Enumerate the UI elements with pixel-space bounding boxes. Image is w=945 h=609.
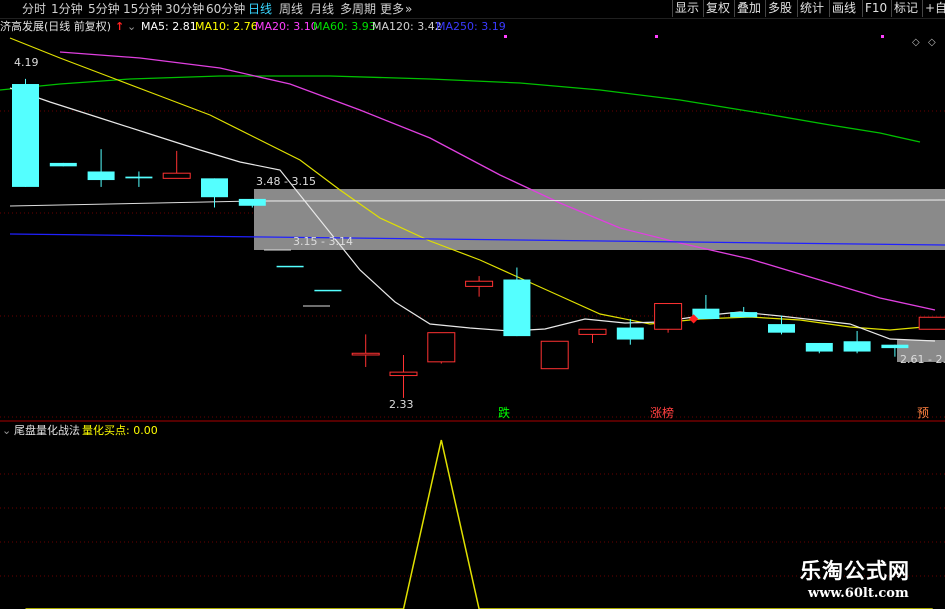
candle: [654, 303, 683, 333]
watermark-url: www.60lt.com: [808, 586, 909, 601]
candle-body: [87, 171, 115, 181]
candle: [389, 354, 418, 398]
high-price-label: 4.19: [14, 56, 39, 69]
candle-body: [276, 265, 304, 268]
candle-body: [12, 84, 39, 187]
signal-limit-label: 涨榜: [650, 405, 674, 420]
candle-body: [843, 341, 871, 352]
candle: [730, 306, 758, 318]
candle: [162, 150, 191, 179]
candle: [465, 276, 494, 297]
candle-body: [201, 178, 228, 198]
indicator-value: 量化买点: 0.00: [82, 424, 158, 437]
candle-body: [314, 289, 342, 292]
low-price-label: 2.33: [389, 398, 414, 411]
candle-body: [881, 344, 909, 349]
chart-canvas: ◇ ◇ ◆ 4.19 3.48 - 3.15 3.15 - 3.14 2.33 …: [0, 35, 945, 609]
candle: [578, 328, 607, 343]
indicator-name[interactable]: 尾盘量化战法: [14, 423, 80, 439]
candle-body: [918, 316, 945, 330]
zone-upper-label: 3.48 - 3.15: [256, 175, 316, 188]
ma20-line: [59, 51, 936, 311]
diamond-icon-2[interactable]: ◇: [928, 37, 936, 48]
candle: [918, 316, 945, 330]
candle: [540, 340, 569, 370]
marker-ticks: [504, 35, 884, 38]
candle-body: [578, 328, 607, 335]
candle: [49, 162, 77, 167]
ma60-line: [0, 75, 921, 143]
candle-body: [503, 279, 531, 337]
candle: [503, 267, 531, 337]
candle-body: [768, 324, 795, 333]
candle-body: [125, 176, 153, 179]
red-signal-icon: ◆: [689, 311, 699, 325]
candle-body: [238, 198, 266, 206]
candle-body: [616, 327, 644, 340]
candle: [427, 332, 456, 364]
candle: [87, 149, 115, 187]
candle-body: [389, 371, 418, 377]
main-grid: [0, 110, 945, 418]
signal-fall-label: 跌: [498, 405, 510, 420]
diamond-icon[interactable]: ◇: [912, 37, 920, 48]
candle: [12, 78, 39, 187]
signal-line: [25, 439, 933, 609]
watermark-name: 乐淘公式网: [800, 559, 910, 583]
ma120-line-left: [9, 200, 255, 207]
candle-body: [49, 162, 77, 167]
candle: [125, 171, 153, 187]
candle: [276, 265, 304, 268]
right-zone-label: 2.61 - 2.6: [900, 353, 945, 366]
candle: [351, 334, 380, 367]
candle-body: [465, 280, 494, 287]
candle-body: [805, 342, 833, 352]
candle-body: [162, 172, 191, 179]
indicator-dropdown-icon[interactable]: ⌄: [2, 423, 11, 439]
candle-body: [427, 332, 456, 363]
candle: [314, 289, 342, 292]
zone-lower-label: 3.15 - 3.14: [293, 235, 353, 248]
candle-body: [351, 352, 380, 356]
candle: [843, 330, 871, 354]
candle-body: [730, 312, 758, 318]
candle: [201, 178, 228, 208]
candle-body: [654, 303, 683, 330]
candle-body: [540, 340, 569, 370]
candle: [805, 342, 833, 354]
signal-pre-label: 预: [917, 406, 929, 420]
